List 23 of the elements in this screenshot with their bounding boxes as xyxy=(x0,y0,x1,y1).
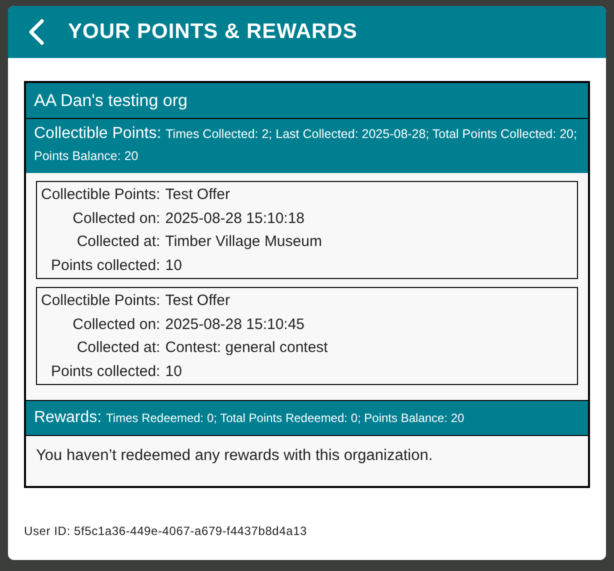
field-value: 2025-08-28 15:10:18 xyxy=(165,208,306,228)
user-id: User ID: 5f5c1a36-449e-4067-a679-f4437b8d4a13 xyxy=(24,524,308,538)
field-label: Collectible Points: xyxy=(41,185,160,205)
field-value: Timber Village Museum xyxy=(165,232,323,252)
field-value: Test Offer xyxy=(165,291,231,311)
rewards-summary: Rewards: Times Redeemed: 0; Total Points Redeemed: 0; Points Balance: 20 xyxy=(34,408,464,428)
field-label: Collected at: xyxy=(76,232,160,252)
field-value: 2025-08-28 15:10:45 xyxy=(165,314,306,334)
field-value: Test Offer xyxy=(165,185,231,205)
back-icon xyxy=(28,19,44,45)
organization-name: AA Dan's testing org xyxy=(34,90,188,112)
field-label: Collected on: xyxy=(72,208,160,228)
field-label: Points collected: xyxy=(50,362,160,382)
field-value: 10 xyxy=(165,362,183,382)
field-label: Collected at: xyxy=(76,338,160,358)
field-value: Contest: general contest xyxy=(165,338,329,358)
field-label: Collectible Points: xyxy=(41,291,160,311)
field-label: Points collected: xyxy=(50,256,160,276)
field-value: 10 xyxy=(165,256,183,276)
rewards-message: You haven’t redeemed any rewards with this organization. xyxy=(36,447,433,464)
field-label: Collected on: xyxy=(72,314,160,334)
header-title: YOUR POINTS & REWARDS xyxy=(68,19,358,46)
collectible-summary: Collectible Points: Times Collected: 2; Last Collected: 2025-08-28; Total Points Collected: 20; Points Balance: 20 xyxy=(34,125,577,164)
